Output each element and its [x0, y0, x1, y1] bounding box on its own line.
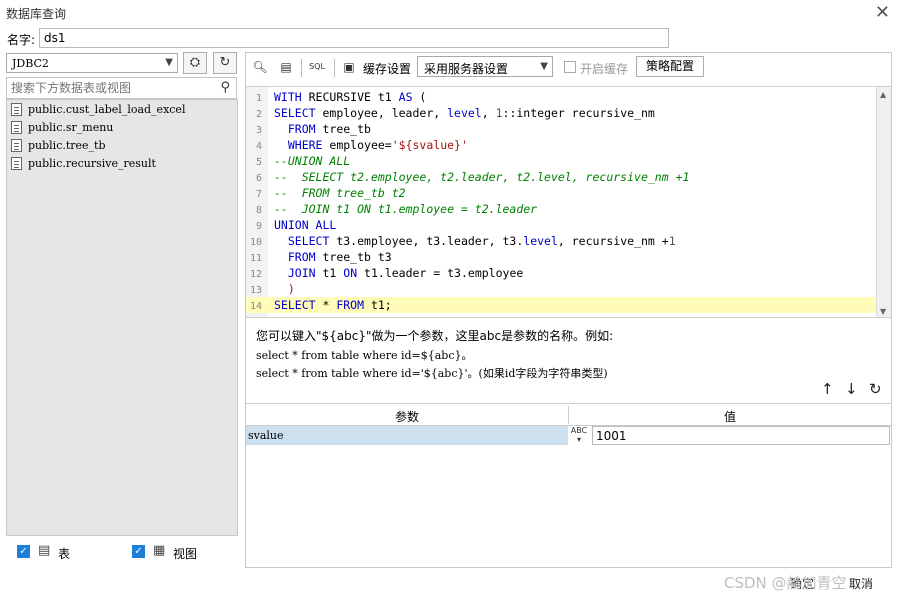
- list-item[interactable]: public.tree_tb: [7, 136, 237, 154]
- name-input[interactable]: [39, 28, 669, 48]
- view-icon: ▦: [153, 543, 166, 558]
- table-name: public.tree_tb: [28, 138, 106, 152]
- param-value-input[interactable]: 1001: [592, 426, 890, 445]
- edit-connection-icon: ⛭: [189, 55, 201, 70]
- editor-scrollbar[interactable]: ▲ ▼: [876, 87, 891, 317]
- enable-cache-label: 开启缓存: [580, 62, 629, 76]
- list-item[interactable]: public.sr_menu: [7, 118, 237, 136]
- cancel-button[interactable]: 取消: [849, 575, 873, 592]
- scroll-down-icon[interactable]: ▼: [880, 307, 886, 316]
- parameter-table: 参数 值 svalue ABC ▾ 1001: [246, 403, 891, 567]
- policy-config-button[interactable]: 策略配置: [636, 56, 704, 77]
- type-icon[interactable]: ABC ▾: [568, 426, 590, 445]
- table-icon: [11, 138, 22, 152]
- table-search[interactable]: ⚲: [6, 77, 237, 99]
- table-name: public.sr_menu: [28, 120, 114, 134]
- close-icon[interactable]: ✕: [875, 2, 890, 23]
- parameter-table-header: 参数 值: [246, 404, 891, 426]
- query-panel: 🔍︎ ▤ SQL ▣ 缓存设置 采用服务器设置 ▼ 开启缓存 策略配置 1 WIT…: [245, 52, 892, 568]
- arrow-down-icon[interactable]: ↓: [845, 380, 858, 398]
- cache-select[interactable]: 采用服务器设置 ▼: [417, 56, 553, 77]
- param-controls: ↑ ↓ ↻: [815, 380, 885, 400]
- search-icon[interactable]: ⚲: [220, 80, 230, 95]
- table-icon: [11, 102, 22, 116]
- show-tables-checkbox[interactable]: ✓: [17, 545, 30, 558]
- enable-cache-checkbox[interactable]: [564, 61, 576, 73]
- cache-icon: ▣: [343, 60, 355, 74]
- show-tables-label: 表: [58, 547, 71, 561]
- left-panel: JDBC2 ▼ ⛭ ↻ ⚲ public.cust_label_load_exc…: [6, 52, 243, 570]
- list-item[interactable]: public.cust_label_load_excel: [7, 100, 237, 118]
- chevron-down-icon: ▼: [540, 61, 548, 72]
- table-row[interactable]: svalue ABC ▾ 1001: [246, 426, 891, 445]
- toolbar-divider: [301, 59, 302, 77]
- line-number: 14: [249, 301, 262, 312]
- table-icon: [11, 156, 22, 170]
- window-title: 数据库查询: [6, 7, 67, 21]
- hint-line-2: select * from table where id=${abc}。: [256, 349, 473, 362]
- database-select[interactable]: JDBC2 ▼: [6, 53, 178, 73]
- param-name: svalue: [246, 426, 568, 445]
- show-views-checkbox[interactable]: ✓: [132, 545, 145, 558]
- refresh-db-button[interactable]: ⛭: [183, 52, 207, 74]
- filter-row: ✓ ▤ 表 ✓ ▦ 视图: [6, 539, 238, 567]
- reload-button[interactable]: ↻: [213, 52, 237, 74]
- schema-icon[interactable]: ▤: [277, 58, 295, 76]
- column-header-value: 值: [723, 410, 736, 424]
- preview-icon[interactable]: 🔍︎: [251, 58, 269, 76]
- refresh-icon[interactable]: ↻: [869, 380, 882, 398]
- name-label: 名字:: [7, 33, 36, 47]
- table-search-input[interactable]: [11, 79, 211, 97]
- chevron-down-icon: ▼: [165, 57, 173, 68]
- table-name: public.cust_label_load_excel: [28, 102, 186, 116]
- show-views-label: 视图: [173, 547, 198, 561]
- column-header-name: 参数: [394, 410, 419, 424]
- hint-line-1: 您可以键入"${abc}"做为一个参数，这里abc是参数的名称。例如:: [256, 329, 614, 343]
- cache-select-value: 采用服务器设置: [424, 62, 509, 76]
- arrow-up-icon[interactable]: ↑: [821, 380, 834, 398]
- scroll-up-icon[interactable]: ▲: [880, 90, 886, 99]
- sql-icon[interactable]: SQL: [308, 58, 326, 76]
- cache-label: 缓存设置: [363, 62, 412, 76]
- query-toolbar: 🔍︎ ▤ SQL ▣ 缓存设置 采用服务器设置 ▼ 开启缓存 策略配置: [246, 53, 891, 83]
- table-icon: [11, 120, 22, 134]
- table-list: public.cust_label_load_excel public.sr_m…: [6, 99, 238, 536]
- database-select-value: JDBC2: [12, 57, 49, 70]
- list-item[interactable]: public.recursive_result: [7, 154, 237, 172]
- sql-editor[interactable]: 1 WITH RECURSIVE t1 AS ( 2 SELECT employee…: [246, 86, 891, 318]
- title-bar: 数据库查询 ✕: [0, 0, 900, 26]
- name-row: 名字:: [0, 28, 900, 50]
- refresh-icon: ↻: [219, 55, 231, 70]
- table-name: public.recursive_result: [28, 156, 156, 170]
- table-icon: ▤: [38, 543, 51, 558]
- hint-line-3: select * from table where id='${abc}'。(如…: [256, 367, 608, 380]
- watermark: CSDN @赫加青空: [724, 574, 847, 592]
- parameter-hint: 您可以键入"${abc}"做为一个参数，这里abc是参数的名称。例如: sele…: [256, 327, 613, 381]
- toolbar-divider: [334, 59, 335, 77]
